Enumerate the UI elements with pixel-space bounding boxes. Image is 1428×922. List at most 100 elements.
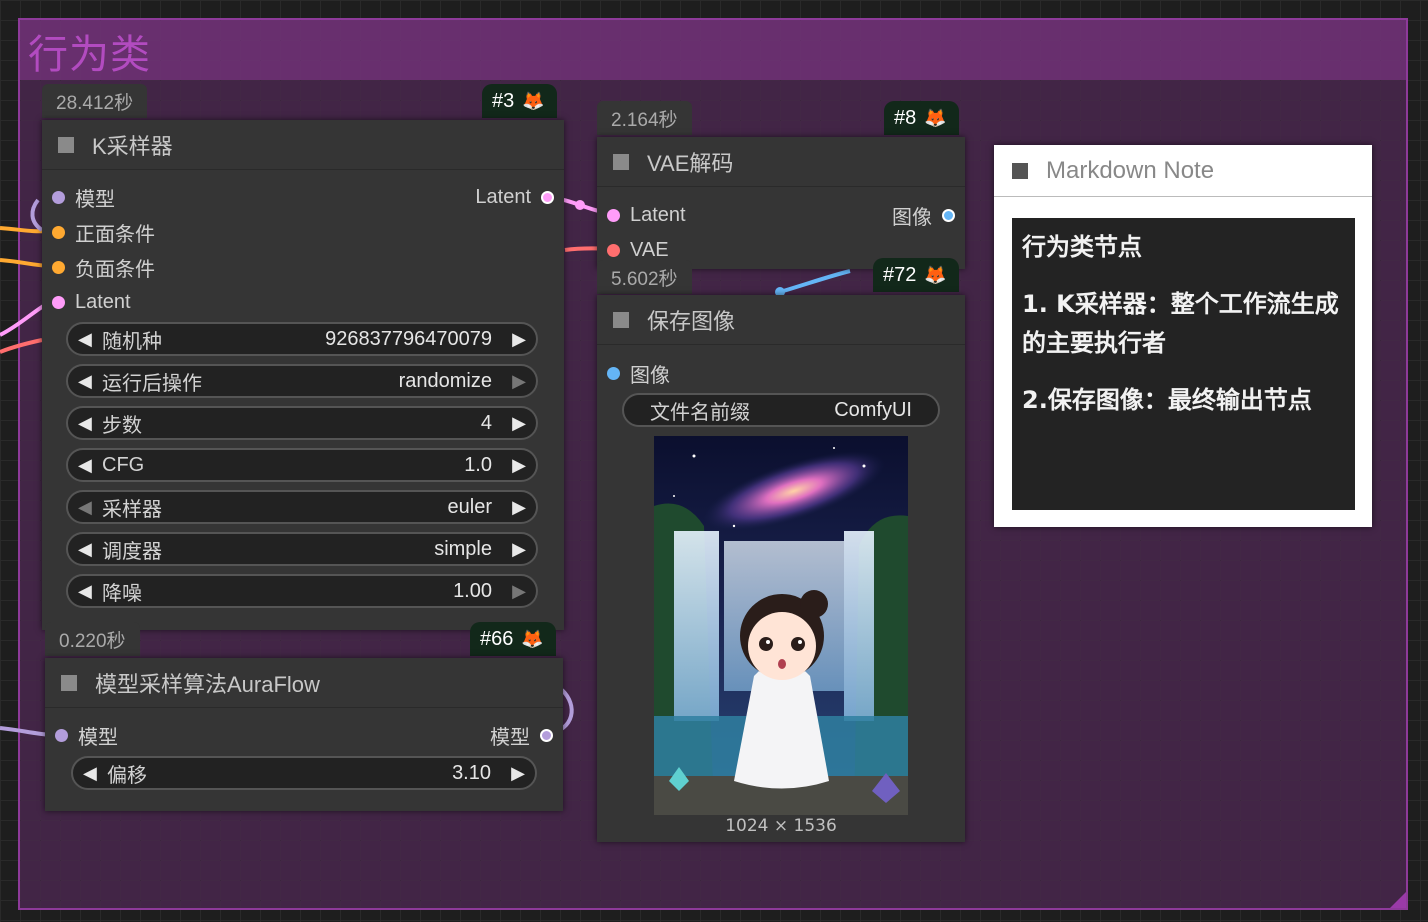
slot-dot[interactable] (541, 190, 554, 204)
increment-arrow-icon[interactable]: ▶ (501, 763, 525, 784)
markdown-heading: 行为类节点 (1022, 233, 1142, 261)
slot-label: 负面条件 (75, 258, 155, 281)
widget-value: 4 (480, 411, 492, 434)
increment-arrow-icon[interactable]: ▶ (502, 413, 526, 434)
collapse-toggle[interactable] (613, 311, 629, 328)
slot-label: 正面条件 (75, 223, 155, 246)
ksampler-title-bar[interactable]: K采样器 (42, 120, 564, 170)
slot-dot[interactable] (52, 190, 65, 204)
increment-arrow-icon[interactable]: ▶ (502, 539, 526, 560)
input-slot-latent[interactable]: Latent (607, 202, 686, 228)
widget-denoise[interactable]: ◀ 降噪 1.00 ▶ (66, 574, 538, 608)
slot-dot[interactable] (607, 243, 620, 257)
markdown-title-bar[interactable]: Markdown Note (994, 145, 1372, 197)
increment-arrow-icon[interactable]: ▶ (502, 581, 526, 602)
auraflow-title-bar[interactable]: 模型采样算法AuraFlow (45, 658, 563, 708)
slot-label: 图像 (892, 206, 932, 229)
auraflow-title: 模型采样算法AuraFlow (95, 671, 320, 697)
link-vae-left (0, 338, 43, 354)
output-slot-image[interactable]: 图像 (892, 202, 955, 229)
widget-label: 随机种 (102, 330, 162, 353)
widget-control-after[interactable]: ◀ 运行后操作 randomize ▶ (66, 364, 538, 398)
slot-dot[interactable] (607, 208, 620, 222)
decrement-arrow-icon[interactable]: ◀ (78, 413, 102, 434)
decrement-arrow-icon[interactable]: ◀ (78, 371, 102, 392)
vae-badge: #8 🦊 (884, 101, 959, 135)
auraflow-badge: #66 🦊 (470, 622, 556, 656)
decrement-arrow-icon[interactable]: ◀ (78, 581, 102, 602)
fox-icon: 🦊 (521, 628, 544, 649)
markdown-line: 2.保存图像：最终输出节点 (1022, 386, 1312, 414)
vae-title: VAE解码 (647, 150, 734, 176)
decrement-arrow-icon[interactable]: ◀ (83, 763, 107, 784)
output-slot-model[interactable]: 模型 (490, 722, 553, 749)
ksampler-badge: #3 🦊 (482, 84, 557, 118)
slot-dot[interactable] (52, 260, 65, 274)
slot-dot[interactable] (55, 728, 68, 742)
input-slot-negative[interactable]: 负面条件 (52, 254, 155, 281)
widget-value: 926837796470079 (325, 327, 492, 350)
save-title-bar[interactable]: 保存图像 (597, 295, 965, 345)
widget-shift[interactable]: ◀ 偏移 3.10 ▶ (71, 756, 537, 790)
decrement-arrow-icon[interactable]: ◀ (78, 455, 102, 476)
widget-steps[interactable]: ◀ 步数 4 ▶ (66, 406, 538, 440)
fox-icon: 🦊 (924, 264, 947, 285)
collapse-toggle[interactable] (613, 153, 629, 170)
image-size-label: 1024 × 1536 (725, 816, 837, 836)
widget-value: 1.00 (453, 579, 492, 602)
auraflow-node[interactable]: 模型采样算法AuraFlow 模型 模型 ◀ 偏移 3.10 ▶ (45, 658, 563, 811)
widget-scheduler[interactable]: ◀ 调度器 simple ▶ (66, 532, 538, 566)
widget-value: randomize (398, 369, 492, 392)
decrement-arrow-icon[interactable]: ◀ (78, 497, 102, 518)
link-model-in (30, 198, 44, 232)
widget-label: CFG (102, 453, 145, 476)
ksampler-node[interactable]: K采样器 模型 正面条件 负面条件 Latent Latent ◀ 随机种 92… (42, 120, 564, 630)
input-slot-model[interactable]: 模型 (55, 722, 118, 749)
increment-arrow-icon[interactable]: ▶ (502, 497, 526, 518)
slot-dot[interactable] (52, 295, 65, 309)
preview-illustration (654, 436, 908, 815)
increment-arrow-icon[interactable]: ▶ (502, 371, 526, 392)
auraflow-timing: 0.220秒 (45, 622, 140, 656)
decrement-arrow-icon[interactable]: ◀ (78, 329, 102, 350)
collapse-toggle[interactable] (58, 136, 74, 153)
save-badge: #72 🦊 (873, 258, 959, 292)
slot-label: 模型 (75, 188, 115, 211)
vae-decode-node[interactable]: VAE解码 Latent VAE 图像 (597, 137, 965, 269)
save-badge-id: #72 (883, 263, 917, 286)
widget-label: 运行后操作 (102, 372, 202, 395)
widget-filename-prefix[interactable]: 文件名前缀 ComfyUI (622, 393, 940, 427)
widget-seed[interactable]: ◀ 随机种 926837796470079 ▶ (66, 322, 538, 356)
collapse-toggle[interactable] (1012, 162, 1028, 179)
widget-value: ComfyUI (834, 398, 912, 421)
output-slot-latent[interactable]: Latent (475, 184, 554, 210)
link-image (779, 269, 851, 294)
increment-arrow-icon[interactable]: ▶ (502, 329, 526, 350)
slot-dot[interactable] (942, 208, 955, 222)
widget-label: 调度器 (102, 540, 162, 563)
output-preview-image[interactable] (654, 436, 908, 815)
markdown-note-node[interactable]: Markdown Note 行为类节点 1. K采样器：整个工作流生成的主要执行… (994, 145, 1372, 527)
widget-sampler[interactable]: ◀ 采样器 euler ▶ (66, 490, 538, 524)
slot-label: 模型 (78, 726, 118, 749)
markdown-line: 1. K采样器：整个工作流生成的主要执行者 (1022, 290, 1339, 357)
save-title: 保存图像 (647, 308, 736, 334)
slot-dot[interactable] (540, 728, 553, 742)
slot-label: 图像 (630, 364, 670, 387)
widget-value: simple (434, 537, 492, 560)
vae-title-bar[interactable]: VAE解码 (597, 137, 965, 187)
markdown-content[interactable]: 行为类节点 1. K采样器：整个工作流生成的主要执行者 2.保存图像：最终输出节… (1012, 218, 1355, 510)
input-slot-image[interactable]: 图像 (607, 360, 670, 387)
slot-dot[interactable] (607, 366, 620, 380)
slot-dot[interactable] (52, 225, 65, 239)
markdown-title: Markdown Note (1046, 156, 1215, 184)
input-slot-model[interactable]: 模型 (52, 184, 115, 211)
widget-cfg[interactable]: ◀ CFG 1.0 ▶ (66, 448, 538, 482)
link-latent-midpoint[interactable] (575, 200, 585, 210)
increment-arrow-icon[interactable]: ▶ (502, 455, 526, 476)
decrement-arrow-icon[interactable]: ◀ (78, 539, 102, 560)
input-slot-latent[interactable]: Latent (52, 289, 131, 315)
widget-value: 1.0 (464, 453, 492, 476)
input-slot-positive[interactable]: 正面条件 (52, 219, 155, 246)
collapse-toggle[interactable] (61, 674, 77, 691)
